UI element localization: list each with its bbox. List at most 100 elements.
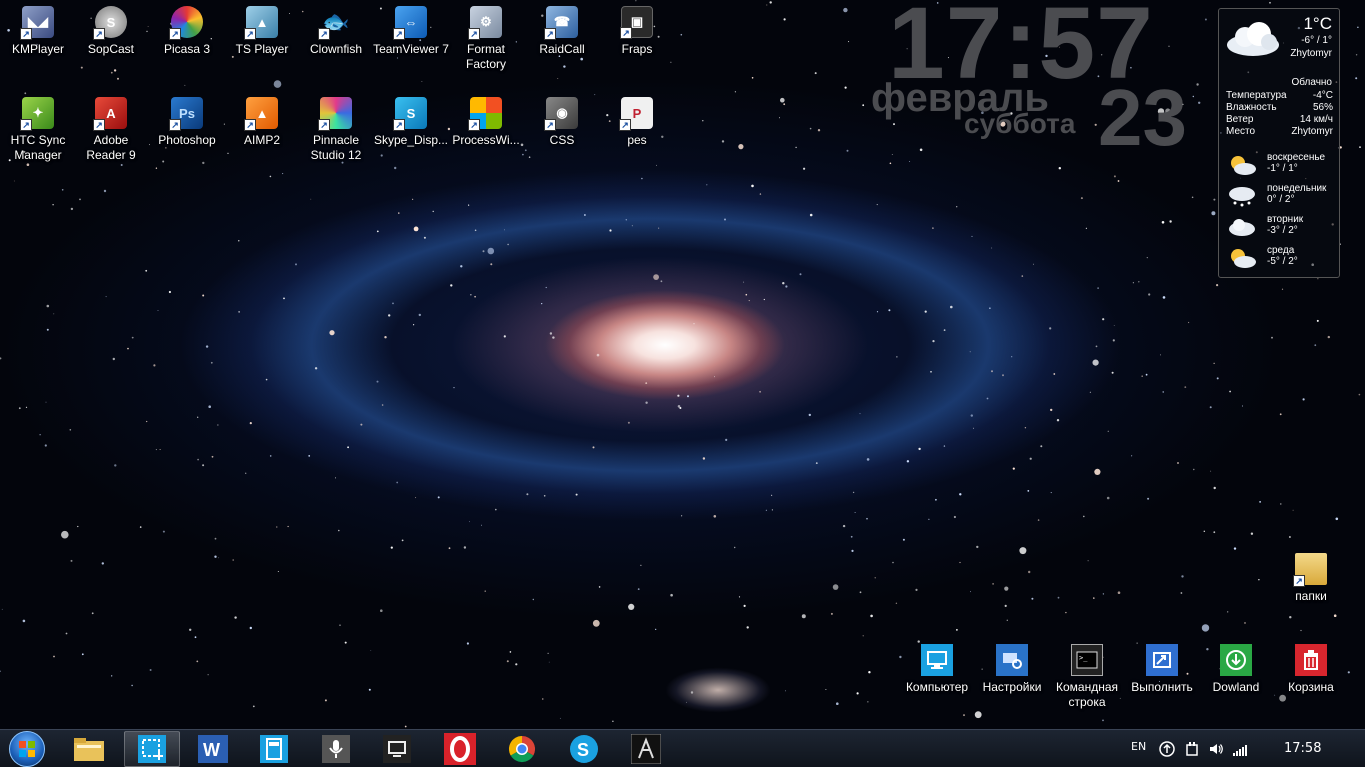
forecast-day: понедельник [1267,183,1327,194]
desktop-icon-picasa[interactable]: ↗ Picasa 3 [149,6,225,57]
trash-icon [1295,644,1327,676]
partly-sunny-icon [1231,249,1256,268]
clock-day: 23 [1098,73,1187,162]
svg-text:S: S [577,740,589,760]
tray-network-icon[interactable] [1232,741,1248,757]
skype-disp-icon: S ↗ [393,97,427,131]
teamviewer-icon: ⇔ ↗ [393,6,427,40]
clock-weekday: суббота [964,108,1076,139]
desktop-icon-pinnacle[interactable]: ↗ Pinnacle Studio 12 [298,97,374,163]
tile-trash[interactable]: Корзина [1273,644,1349,695]
svg-text:>_: >_ [1079,654,1088,662]
weather-detail-value: 14 км/ч [1299,114,1333,125]
computer-icon [921,644,953,676]
desktop-icon-adobe-reader[interactable]: A ↗ Adobe Reader 9 [73,97,149,163]
tile-computer[interactable]: Компьютер [899,644,975,695]
weather-detail-row: Температура -4°C [1226,90,1333,101]
desktop-icon-format-factory[interactable]: ⚙ ↗ Format Factory [448,6,524,72]
desktop-icon-skype-disp[interactable]: S ↗ Skype_Disp... [373,97,449,148]
desktop-icon-label: папки [1295,589,1327,603]
desktop-icon-photoshop[interactable]: Ps ↗ Photoshop [149,97,225,148]
taskbar-explorer[interactable] [61,731,117,767]
cmd-icon: >_ [1071,644,1103,676]
windows-logo-icon [9,731,45,767]
weather-temperature: 1°C [1303,14,1332,33]
weather-detail-key: Влажность [1226,102,1277,113]
svg-text:W: W [203,740,220,760]
taskbar-opera[interactable] [432,731,488,767]
snipping-tool-icon [138,735,166,763]
skype-icon: S [570,735,598,763]
desktop-icon-css[interactable]: ◉ ↗ CSS [524,97,600,148]
desktop-icon-label: TeamViewer 7 [373,42,449,56]
format-factory-icon: ⚙ ↗ [468,6,502,40]
desktop-icon-label: Pinnacle Studio 12 [310,133,362,162]
forecast-range: -5° / 2° [1267,256,1298,267]
desktop-icon-label: Adobe Reader 9 [86,133,136,162]
desktop-icon-aimp[interactable]: ▲ ↗ AIMP2 [224,97,300,148]
desktop-icon-htc-sync[interactable]: ✦ ↗ HTC Sync Manager [0,97,76,163]
tile-label: Компьютер [905,680,969,694]
desktop-icon-sopcast[interactable]: S ↗ SopCast [73,6,149,57]
desktop-icon-fraps[interactable]: ▣ ↗ Fraps [599,6,675,57]
chrome-icon [508,735,536,763]
desktop-icon-label: ProcessWi... [452,133,520,147]
taskbar-recorder[interactable] [308,731,364,767]
desktop-icon-label: Picasa 3 [163,42,211,56]
desktop-icon-teamviewer[interactable]: ⇔ ↗ TeamViewer 7 [373,6,449,57]
desktop-icon-processwi[interactable]: ↗ ProcessWi... [448,97,524,148]
forecast-item: понедельник 0° / 2° [1227,183,1339,211]
word-icon: W [198,735,228,763]
tile-label: Настройки [982,680,1042,694]
picasa-icon: ↗ [169,6,203,40]
weather-detail-key: Ветер [1226,114,1254,125]
desktop-icon-kmplayer[interactable]: ◣◢ ↗ KMPlayer [0,6,76,57]
tray-device-icon[interactable] [1184,741,1200,757]
desktop-icon-label: Clownfish [309,42,363,56]
tray-language[interactable]: EN [1131,740,1146,753]
calculator-icon [260,735,288,763]
download-icon [1220,644,1252,676]
desktop-icon-ts-player[interactable]: ▲ ↗ TS Player [224,6,300,57]
tile-settings[interactable]: Настройки [974,644,1050,695]
weather-detail-value: Zhytomyr [1291,126,1333,137]
weather-detail-key: Место [1226,126,1256,137]
adobe-reader-icon: A ↗ [93,97,127,131]
fraps-icon: ▣ ↗ [620,6,653,39]
taskbar-word[interactable]: W [185,731,241,767]
desktop-icon-label: AIMP2 [243,133,280,147]
weather-condition: Облачно [1291,77,1332,88]
forecast-day: воскресенье [1267,152,1326,163]
game-icon [631,734,661,764]
tile-cmd[interactable]: >_ Командная строка [1049,644,1125,710]
start-button[interactable] [4,731,50,767]
folder-icon: ↗ [1293,553,1327,587]
desktop-icon-raidcall[interactable]: ☎ ↗ RaidCall [524,6,600,57]
taskbar-chrome[interactable] [494,731,550,767]
tile-download[interactable]: Dowland [1198,644,1274,695]
taskbar-fraps[interactable] [369,731,425,767]
taskbar-snipping[interactable] [124,731,180,767]
run-icon [1146,644,1178,676]
desktop-icon-pes[interactable]: P ↗ pes [599,97,675,148]
desktop-icon-label: RaidCall [539,42,585,56]
taskbar-game[interactable] [618,731,674,767]
desktop-icon-clownfish[interactable]: 🐟 ↗ Clownfish [298,6,374,57]
pinnacle-icon: ↗ [318,97,352,131]
microphone-icon [322,735,350,763]
taskbar-skype[interactable]: S [556,731,612,767]
desktop-icon-label: HTC Sync Manager [10,133,66,162]
forecast-day: среда [1267,245,1295,256]
tray-upload-icon[interactable] [1159,741,1175,757]
tile-run[interactable]: Выполнить [1124,644,1200,695]
weather-gadget[interactable]: 1°C -6° / 1° Zhytomyr Облачно Температур… [1218,8,1340,278]
taskbar-calculator[interactable] [246,731,302,767]
forecast-item: вторник -3° / 2° [1227,214,1339,242]
tray-volume-icon[interactable] [1208,741,1224,757]
tray-clock[interactable]: 17:58 [1284,741,1321,756]
weather-detail-row: Ветер 14 км/ч [1226,114,1333,125]
pes-icon: P ↗ [619,97,653,131]
cloudy-icon [1229,219,1255,236]
desktop-icon-folder[interactable]: ↗ папки [1273,553,1349,604]
snow-icon [1229,187,1255,207]
